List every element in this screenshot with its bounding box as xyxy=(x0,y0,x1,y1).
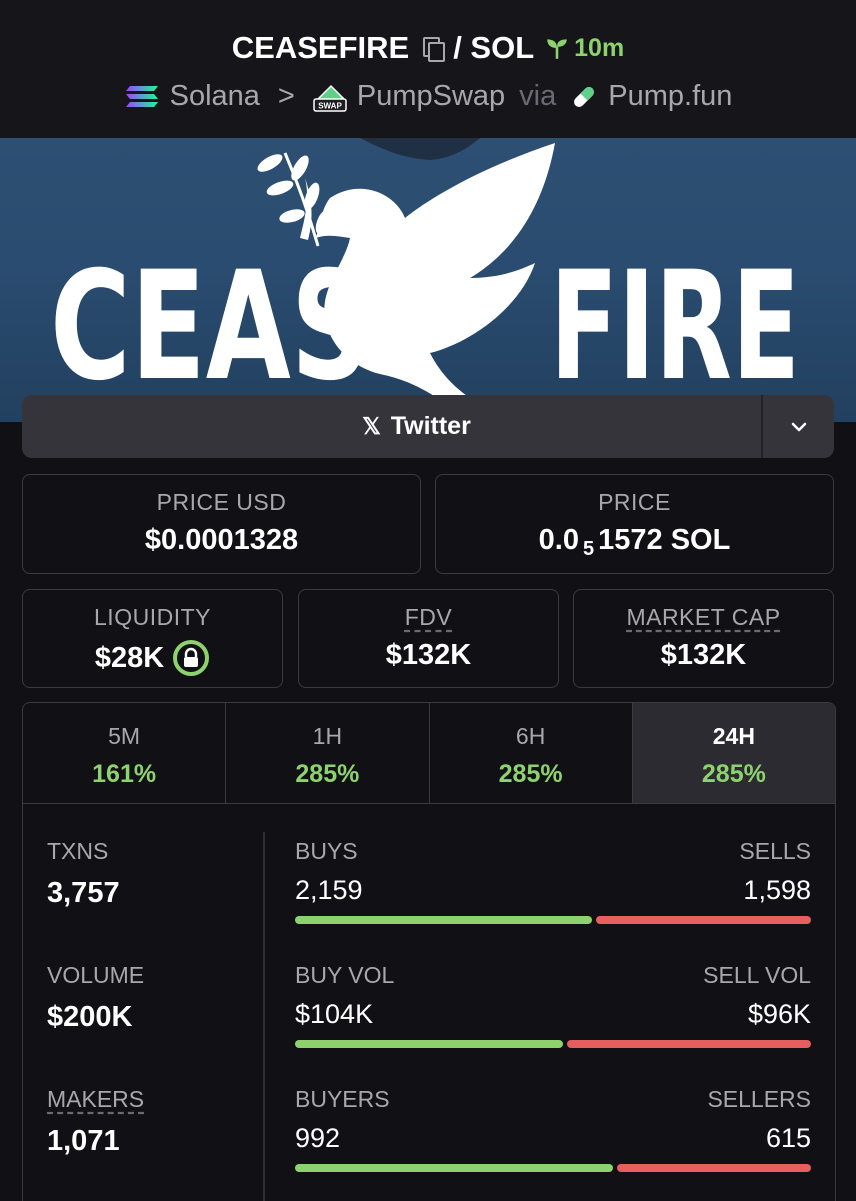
market-cap-value: $132K xyxy=(660,639,747,671)
volume-split-bar xyxy=(295,1040,811,1048)
makers-label[interactable]: MAKERS xyxy=(47,1086,144,1113)
lock-icon[interactable] xyxy=(172,639,210,677)
buys-value: 2,159 xyxy=(295,875,363,905)
volume-split-row: BUY VOL SELL VOL $104K $96K xyxy=(295,962,811,1048)
launchpad-link[interactable]: Pump.fun xyxy=(608,80,732,113)
swap-badge-text: SWAP xyxy=(318,101,342,110)
tab-change: 285% xyxy=(498,760,563,788)
olive-branch-icon xyxy=(257,152,329,247)
column-divider xyxy=(263,832,265,1201)
pair-title-row: CEASEFIRE / SOL 10m xyxy=(0,30,856,66)
buy-vol-value: $104K xyxy=(295,999,374,1029)
sell-vol-value: $96K xyxy=(747,999,811,1029)
banner-text-left: CEAS xyxy=(50,240,370,414)
makers-metric: MAKERS 1,071 xyxy=(47,1086,144,1158)
chevron-down-icon xyxy=(791,422,806,431)
sellers-value: 615 xyxy=(765,1123,811,1153)
chain-link[interactable]: Solana xyxy=(170,80,260,113)
buyers-bar-fill xyxy=(295,1164,614,1172)
tab-24h[interactable]: 24H 285% xyxy=(632,703,835,803)
buy-vol-label: BUY VOL xyxy=(295,962,395,988)
age-value: 10m xyxy=(574,33,625,62)
volume-label: VOLUME xyxy=(47,962,145,988)
buyers-sellers-bar xyxy=(295,1164,811,1172)
banner-text-right: FIRE xyxy=(550,240,800,414)
market-cap-box: MARKET CAP $132K xyxy=(573,589,834,688)
buyers-value: 992 xyxy=(295,1123,341,1153)
token-symbol: CEASEFIRE xyxy=(231,30,410,65)
sell-vol-bar-fill xyxy=(567,1040,811,1048)
breadcrumb-separator: > xyxy=(277,80,295,112)
tab-label: 24H xyxy=(712,723,755,749)
social-bar: 𝕏 Twitter xyxy=(22,395,834,458)
sells-value: 1,598 xyxy=(743,875,811,905)
breadcrumb: Solana > SWAP PumpSwap via Pump.fun xyxy=(0,80,856,113)
tab-label: 5M xyxy=(108,723,141,749)
volume-metric: VOLUME $200K xyxy=(47,962,144,1034)
tab-5m[interactable]: 5M 161% xyxy=(23,703,227,803)
price-native-zero-count: 5 xyxy=(583,538,595,560)
liquidity-label: LIQUIDITY xyxy=(94,604,211,630)
buyers-sellers-row: BUYERS SELLERS 992 615 xyxy=(295,1086,811,1172)
social-dropdown-button[interactable] xyxy=(761,395,834,458)
fdv-box: FDV $132K xyxy=(298,589,559,688)
twitter-label: Twitter xyxy=(390,412,471,440)
sellers-label: SELLERS xyxy=(707,1086,811,1112)
price-native-label: PRICE xyxy=(598,489,671,515)
price-native-value: 0.0 5 1572 SOL xyxy=(436,524,833,561)
tab-change: 285% xyxy=(295,760,360,788)
pair-age: 10m xyxy=(544,34,624,63)
timeframe-tabs: 5M 161% 1H 285% 6H 285% 24H 285% xyxy=(23,703,835,804)
copy-icon[interactable] xyxy=(421,36,446,62)
pair-header: CEASEFIRE / SOL 10m Solana > SWAP PumpSw… xyxy=(0,0,856,138)
txns-metric: TXNS 3,757 xyxy=(47,838,120,910)
liquidity-value: $28K xyxy=(94,641,165,674)
price-usd-box: PRICE USD $0.0001328 xyxy=(22,474,421,574)
fdv-label[interactable]: FDV xyxy=(299,604,558,631)
solana-icon xyxy=(125,85,158,107)
txns-label: TXNS xyxy=(47,838,109,864)
token-banner: CEAS FIRE xyxy=(0,138,856,422)
tab-label: 1H xyxy=(312,723,343,749)
sells-bar-fill xyxy=(595,916,811,924)
volume-value: $200K xyxy=(47,1001,133,1033)
banner-artwork: CEAS FIRE xyxy=(50,138,800,414)
fdv-value: $132K xyxy=(385,639,472,671)
sellers-bar-fill xyxy=(617,1164,811,1172)
sells-label: SELLS xyxy=(739,838,811,864)
makers-value: 1,071 xyxy=(47,1125,120,1157)
buy-vol-bar-fill xyxy=(295,1040,564,1048)
market-cap-label[interactable]: MARKET CAP xyxy=(574,604,833,631)
liquidity-value-row: $28K xyxy=(23,639,282,677)
stats-panel: 5M 161% 1H 285% 6H 285% 24H 285% TXNS 3,… xyxy=(22,702,836,1201)
pill-icon xyxy=(574,86,595,107)
buyers-label: BUYERS xyxy=(295,1086,390,1112)
x-logo-icon: 𝕏 xyxy=(362,413,381,439)
tab-label: 6H xyxy=(515,723,546,749)
buys-label: BUYS xyxy=(295,838,358,864)
sprout-icon xyxy=(547,39,567,59)
tab-change: 285% xyxy=(701,760,766,788)
tab-6h[interactable]: 6H 285% xyxy=(430,703,633,803)
price-usd-value: $0.0001328 xyxy=(144,524,299,556)
price-native-prefix: 0.0 xyxy=(538,524,579,556)
buys-sells-row: BUYS SELLS 2,159 1,598 xyxy=(295,838,811,924)
tab-change: 161% xyxy=(92,760,157,788)
quote-symbol: / SOL xyxy=(453,30,535,65)
twitter-button[interactable]: 𝕏 Twitter xyxy=(22,395,761,458)
tab-1h[interactable]: 1H 285% xyxy=(226,703,430,803)
pumpswap-icon: SWAP xyxy=(313,84,347,112)
via-text: via xyxy=(519,80,557,112)
price-usd-label: PRICE USD xyxy=(156,489,287,515)
dex-link[interactable]: PumpSwap xyxy=(357,80,505,113)
sell-vol-label: SELL VOL xyxy=(703,962,811,988)
price-native-box: PRICE 0.0 5 1572 SOL xyxy=(435,474,834,574)
buys-sells-bar xyxy=(295,916,811,924)
txns-value: 3,757 xyxy=(47,877,120,909)
liquidity-box: LIQUIDITY $28K xyxy=(22,589,283,688)
buys-bar-fill xyxy=(295,916,592,924)
stats-body: TXNS 3,757 VOLUME $200K MAKERS 1,071 BUY… xyxy=(23,804,835,1201)
price-native-suffix: 1572 SOL xyxy=(598,524,731,556)
